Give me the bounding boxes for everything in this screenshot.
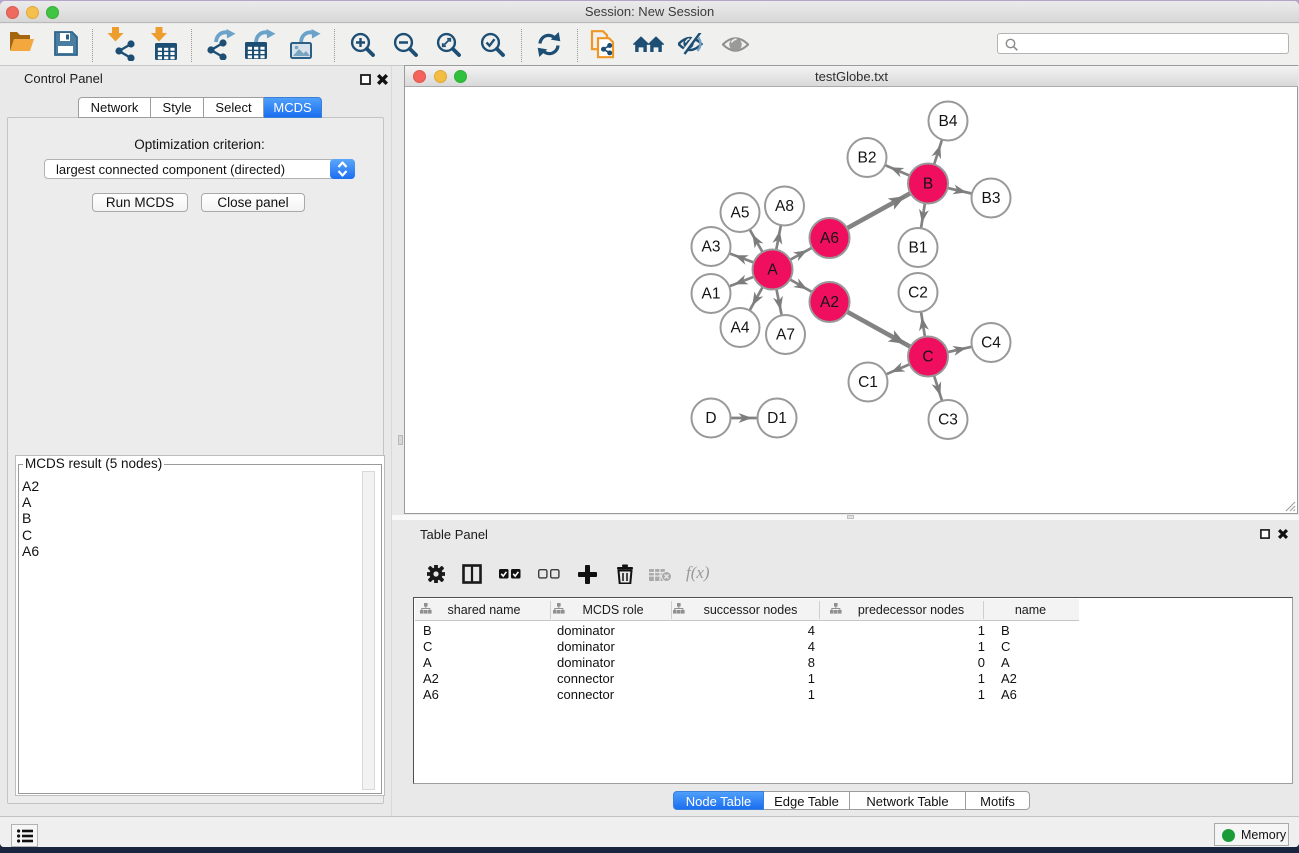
svg-text:A5: A5	[731, 205, 750, 222]
svg-text:A4: A4	[731, 320, 750, 337]
svg-text:A3: A3	[702, 239, 721, 256]
svg-text:B4: B4	[939, 113, 958, 130]
svg-text:A6: A6	[820, 230, 839, 247]
svg-text:A: A	[767, 262, 778, 279]
svg-text:A8: A8	[775, 198, 794, 215]
svg-text:B1: B1	[909, 240, 928, 257]
svg-text:A1: A1	[702, 286, 721, 303]
svg-text:B2: B2	[858, 150, 877, 167]
svg-text:B: B	[923, 176, 933, 193]
svg-text:C4: C4	[981, 335, 1001, 352]
svg-text:C3: C3	[938, 412, 958, 429]
svg-text:A7: A7	[776, 327, 795, 344]
svg-text:C1: C1	[858, 374, 878, 391]
svg-text:D1: D1	[767, 410, 787, 427]
svg-text:A2: A2	[820, 294, 839, 311]
svg-text:D: D	[705, 410, 716, 427]
svg-text:C: C	[922, 349, 933, 366]
svg-text:C2: C2	[908, 285, 928, 302]
svg-text:B3: B3	[982, 190, 1001, 207]
